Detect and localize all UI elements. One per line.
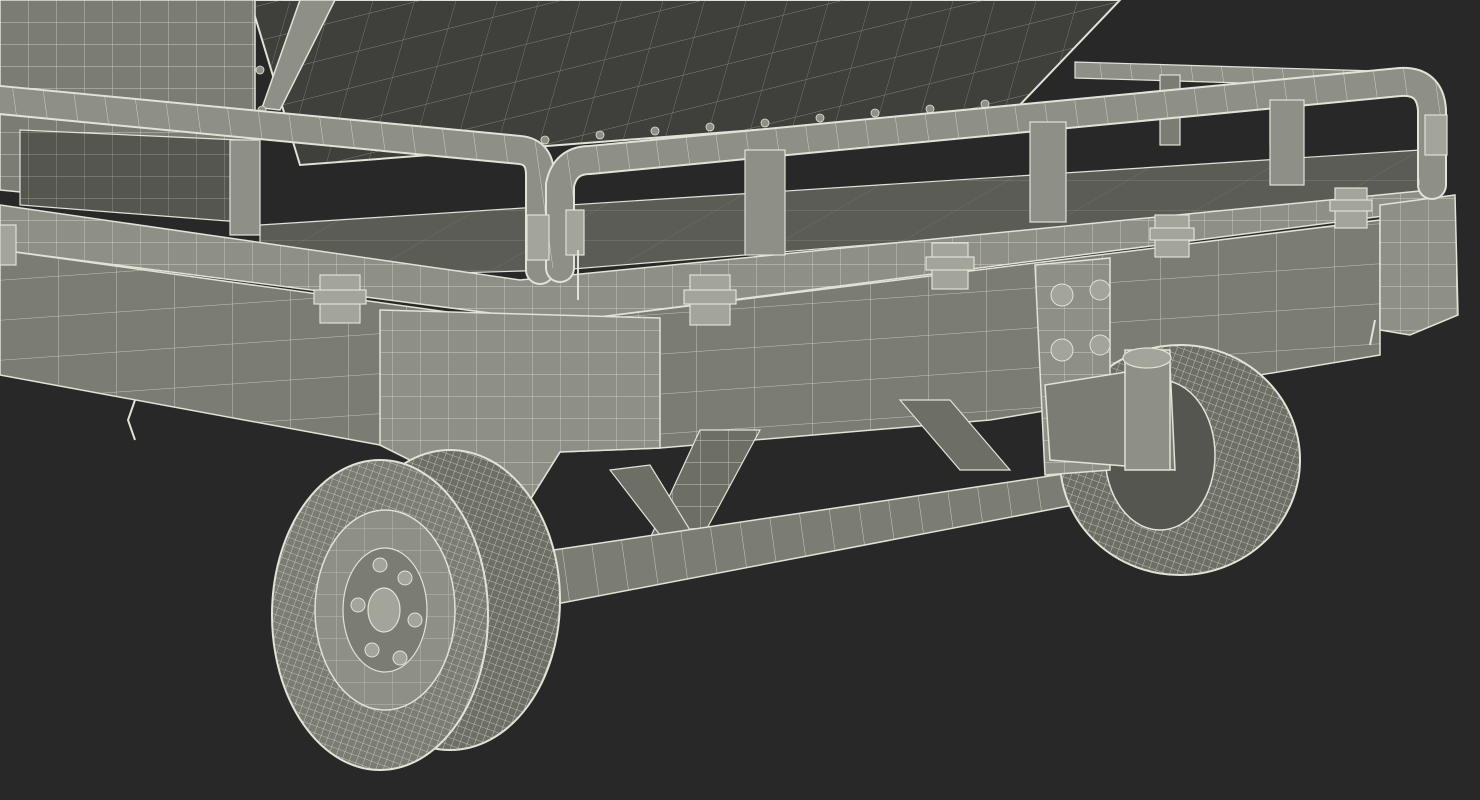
rail-post xyxy=(229,139,261,236)
rail-post xyxy=(1029,121,1067,223)
hinge-icon xyxy=(1424,114,1448,156)
hub-cap xyxy=(367,587,401,633)
rail-post xyxy=(1269,99,1305,186)
latch-icon xyxy=(683,274,737,326)
latch-icon xyxy=(0,224,17,266)
latch-icon xyxy=(1329,187,1373,229)
wireframe-trailer-render xyxy=(0,0,1480,800)
latch-icon xyxy=(925,242,975,290)
latch-icon xyxy=(1149,214,1195,258)
rail-post xyxy=(744,149,786,256)
latch-icon xyxy=(313,274,367,324)
